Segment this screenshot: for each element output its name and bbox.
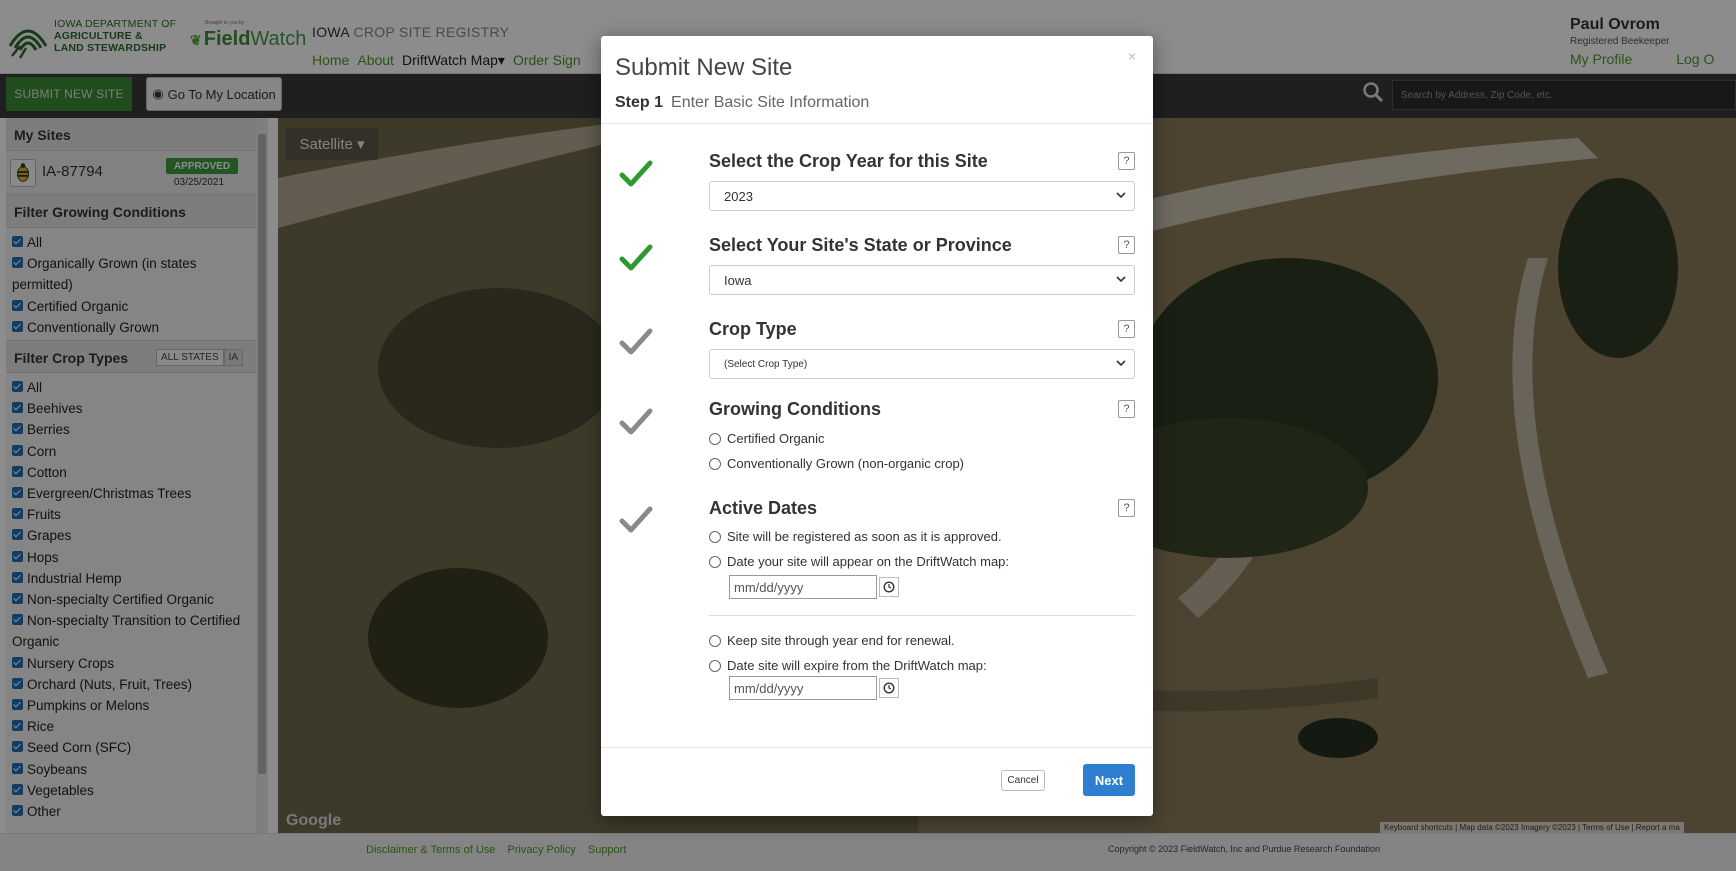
start-date-input[interactable]: mm/dd/yyyy [729,575,877,599]
next-button[interactable]: Next [1083,764,1135,796]
growing-conditions-title: Growing Conditions [709,399,881,419]
expire-date-input[interactable]: mm/dd/yyyy [729,676,877,700]
crop-year-title: Select the Crop Year for this Site [709,151,988,171]
divider [601,747,1153,748]
close-icon[interactable]: × [1128,48,1136,64]
growing-option-conventional[interactable]: Conventionally Grown (non-organic crop) [709,456,964,471]
check-done-icon [619,244,653,271]
help-icon[interactable]: ? [1118,320,1135,338]
date-option-year-end[interactable]: Keep site through year end for renewal. [709,633,955,648]
chevron-down-icon [1116,360,1126,367]
state-title: Select Your Site's State or Province [709,235,1012,255]
date-option-expire-date[interactable]: Date site will expire from the DriftWatc… [709,658,987,673]
radio-icon[interactable] [709,555,721,568]
divider [709,615,1135,616]
submit-site-modal: × Submit New Site Step 1 Enter Basic Site… [601,36,1153,816]
growing-option-organic[interactable]: Certified Organic [709,431,825,446]
active-dates-title: Active Dates [709,498,818,518]
crop-year-select[interactable]: 2023 [709,181,1135,211]
check-pending-icon [619,506,653,533]
radio-icon[interactable] [709,457,721,470]
chevron-down-icon [1116,192,1126,199]
radio-icon[interactable] [709,530,721,543]
divider [601,123,1153,124]
modal-title: Submit New Site [615,54,793,81]
date-option-start-date[interactable]: Date your site will appear on the DriftW… [709,554,1009,569]
help-icon[interactable]: ? [1118,400,1135,418]
clock-icon-button[interactable] [879,577,899,597]
check-pending-icon [619,408,653,435]
check-pending-icon [619,328,653,355]
radio-icon[interactable] [709,659,721,672]
date-option-on-approval[interactable]: Site will be registered as soon as it is… [709,529,1002,544]
state-select[interactable]: Iowa [709,265,1135,295]
crop-type-title: Crop Type [709,319,797,339]
check-done-icon [619,160,653,187]
chevron-down-icon [1116,276,1126,283]
clock-icon [883,581,895,593]
radio-icon[interactable] [709,432,721,445]
clock-icon [883,682,895,694]
help-icon[interactable]: ? [1118,499,1135,517]
clock-icon-button[interactable] [879,678,899,698]
radio-icon[interactable] [709,634,721,647]
help-icon[interactable]: ? [1118,236,1135,254]
help-icon[interactable]: ? [1118,152,1135,170]
cancel-button[interactable]: Cancel [1001,770,1045,791]
step-indicator: Step 1 Enter Basic Site Information [615,94,870,111]
crop-type-select[interactable]: (Select Crop Type) [709,349,1135,379]
